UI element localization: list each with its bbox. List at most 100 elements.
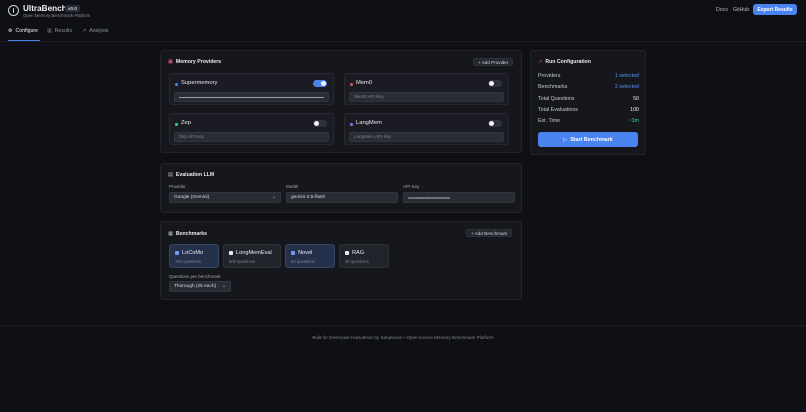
mem0-toggle[interactable] — [488, 80, 502, 87]
tab-bar: ⚙ Configure ▥ Results ↗ Analysis — [0, 27, 806, 41]
run-configuration-title: ➚ Run Configuration — [538, 59, 591, 65]
benchmark-card-novel[interactable]: Novel 50 questions — [285, 244, 335, 268]
gear-icon: ⚙ — [8, 28, 13, 34]
mem0-api-key-input[interactable]: Mem0 API Key — [349, 92, 504, 102]
run-row-label: Total Evaluations — [538, 107, 579, 113]
status-dot — [350, 83, 353, 86]
bar-chart-icon: ▥ — [47, 28, 52, 34]
benchmark-name: RAG — [352, 249, 365, 256]
evaluation-llm-title: ▤ Evaluation LLM — [168, 172, 214, 178]
nav-github-link[interactable]: GitHub — [733, 7, 749, 13]
add-provider-button[interactable]: + Add Provider — [473, 58, 514, 66]
chevron-down-icon: ⌄ — [271, 194, 276, 200]
run-row-total-evaluations: Total Evaluations 100 — [538, 107, 639, 113]
api-key-input[interactable]: •••••••••••••••••••••••••••••••••••••• — [403, 192, 515, 203]
checkbox-checked-icon — [175, 251, 179, 255]
supermemory-api-key-input[interactable] — [174, 92, 329, 102]
checkbox-icon — [229, 251, 233, 255]
version-badge: v0.0 — [65, 5, 80, 12]
questions-per-benchmark-select[interactable]: Thorough (25 each) ⌄ — [169, 281, 231, 292]
run-row-total-questions: Total Questions 50 — [538, 96, 639, 102]
tab-label: Analysis — [89, 28, 109, 34]
status-dot — [350, 123, 353, 126]
run-row-value: ~3m — [628, 118, 639, 124]
benchmark-question-count: 150 questions — [175, 259, 202, 264]
run-row-value: 50 — [633, 96, 639, 102]
supermemory-toggle[interactable] — [313, 80, 327, 87]
benchmarks-title: ▦ Benchmarks — [168, 231, 207, 237]
run-row-label: Providers — [538, 73, 561, 79]
run-row-value: 1 selected — [614, 73, 639, 79]
robot-icon: ▤ — [168, 172, 173, 178]
checkbox-checked-icon — [291, 251, 295, 255]
add-benchmark-button[interactable]: + Add Benchmark — [466, 229, 513, 237]
app-subtitle: Open Memory Benchmark Platform — [23, 12, 91, 18]
export-results-button[interactable]: Export Results — [753, 4, 797, 15]
provider-name: Zep — [181, 120, 191, 126]
provider-name: Supermemory — [181, 80, 218, 86]
benchmark-card-locomo[interactable]: LoCoMo 150 questions — [169, 244, 219, 268]
zep-api-key-input[interactable]: Zep API Key — [174, 132, 329, 142]
tab-label: Configure — [15, 28, 38, 34]
memory-providers-panel: ▣ Memory Providers + Add Provider Superm… — [160, 50, 522, 153]
run-row-label: Est. Time — [538, 118, 561, 124]
benchmark-name: LoCoMo — [182, 249, 204, 256]
provider-card-supermemory: Supermemory — [169, 73, 334, 105]
tab-results[interactable]: ▥ Results — [47, 27, 72, 41]
logo-icon — [8, 5, 19, 16]
database-icon: ▣ — [168, 59, 173, 65]
provider-card-langmem: LangMem LangMem API Key — [344, 113, 509, 145]
panel-title-text: Benchmarks — [175, 231, 208, 237]
panel-title-text: Evaluation LLM — [175, 172, 215, 178]
run-row-benchmarks: Benchmarks 2 selected — [538, 84, 639, 90]
api-key-field-label: API Key — [403, 184, 420, 189]
header-divider — [0, 41, 806, 42]
memory-providers-title: ▣ Memory Providers — [168, 59, 221, 65]
run-row-value: 100 — [630, 107, 639, 113]
chevron-down-icon: ⌄ — [221, 283, 226, 289]
start-benchmark-button[interactable]: ▷ Start Benchmark — [538, 132, 638, 147]
run-row-label: Total Questions — [538, 96, 575, 102]
benchmark-question-count: 50 questions — [291, 259, 315, 264]
nav-docs-link[interactable]: Docs — [716, 7, 728, 13]
panel-title-text: Memory Providers — [175, 59, 222, 65]
tab-configure[interactable]: ⚙ Configure — [8, 27, 40, 41]
panel-title-text: Run Configuration — [545, 59, 591, 65]
run-row-value: 2 selected — [614, 84, 639, 90]
questions-per-benchmark-label: Questions per benchmark — [169, 274, 221, 279]
rocket-icon: ➚ — [538, 59, 543, 65]
provider-name: Mem0 — [356, 80, 373, 86]
provider-card-mem0: Mem0 Mem0 API Key — [344, 73, 509, 105]
play-icon: ▷ — [563, 136, 568, 143]
benchmark-card-rag[interactable]: RAG 30 questions — [339, 244, 389, 268]
provider-field-label: Provider — [169, 184, 186, 189]
model-field-label: Model — [286, 184, 299, 189]
tab-label: Results — [54, 28, 73, 34]
benchmark-name: Novel — [298, 249, 313, 256]
evaluation-llm-panel: ▤ Evaluation LLM Provider Google (Gemini… — [160, 163, 522, 213]
footer-text: Built for Devhouse Hackathon by Sanjeeva… — [312, 335, 494, 340]
trend-icon: ↗ — [82, 28, 87, 34]
run-row-est-time: Est. Time ~3m — [538, 118, 639, 124]
provider-select[interactable]: Google (Gemini) ⌄ — [169, 192, 281, 203]
start-benchmark-label: Start Benchmark — [570, 136, 613, 143]
langmem-api-key-input[interactable]: LangMem API Key — [349, 132, 504, 142]
run-row-providers: Providers 1 selected — [538, 73, 639, 79]
chart-icon: ▦ — [168, 231, 173, 237]
model-input[interactable]: gemini-2.5-flash — [286, 192, 398, 203]
status-dot — [175, 83, 178, 86]
provider-card-zep: Zep Zep API Key — [169, 113, 334, 145]
benchmark-card-longmemeval[interactable]: LongMemEval 500 questions — [223, 244, 281, 268]
benchmark-question-count: 30 questions — [345, 259, 369, 264]
app-header: UltraBench v0.0 Open Memory Benchmark Pl… — [0, 0, 806, 22]
checkbox-icon — [345, 251, 349, 255]
benchmark-question-count: 500 questions — [229, 259, 256, 264]
zep-toggle[interactable] — [313, 120, 327, 127]
langmem-toggle[interactable] — [488, 120, 502, 127]
footer-divider — [0, 325, 806, 326]
tab-analysis[interactable]: ↗ Analysis — [82, 27, 109, 41]
provider-name: LangMem — [356, 120, 382, 126]
status-dot — [175, 123, 178, 126]
questions-select-value: Thorough (25 each) — [174, 284, 217, 289]
provider-select-value: Google (Gemini) — [174, 195, 210, 200]
